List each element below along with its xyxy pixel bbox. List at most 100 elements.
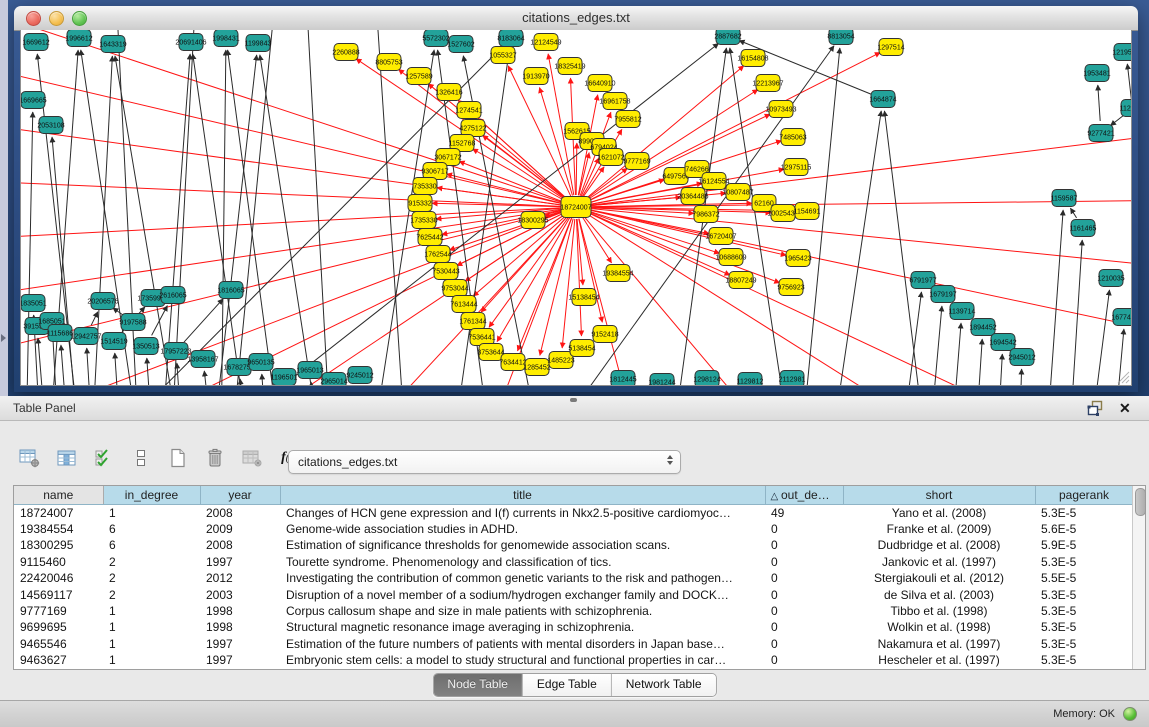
table-row[interactable]: 977716911998Corpus callosum shape and si…: [14, 603, 1133, 619]
row-height-button[interactable]: [129, 446, 153, 470]
graph-node-1139714[interactable]: 1139714: [949, 303, 976, 320]
delete-table-button[interactable]: [203, 446, 227, 470]
graph-node-1998431[interactable]: 1998431: [212, 30, 239, 47]
table-scrollbar[interactable]: [1132, 486, 1145, 669]
table-row[interactable]: 1872400712008Changes of HCN gene express…: [14, 504, 1133, 521]
graph-node-2945012[interactable]: 2945012: [1008, 349, 1035, 366]
memory-status-indicator[interactable]: [1123, 707, 1137, 721]
graph-node-18325419[interactable]: 18325419: [554, 58, 585, 75]
graph-node-1210035[interactable]: 1210035: [1097, 270, 1124, 287]
graph-node-10807487[interactable]: 10807487: [722, 184, 753, 201]
graph-node-5138454[interactable]: 5138454: [568, 340, 595, 357]
graph-node-13958167[interactable]: 13958167: [187, 351, 218, 368]
graph-node-9306717[interactable]: 9306717: [421, 163, 448, 180]
graph-node-16124554[interactable]: 16124554: [698, 173, 729, 190]
graph-node-7530443[interactable]: 7530443: [432, 263, 459, 280]
graph-node-1350513[interactable]: 1350513: [132, 338, 159, 355]
graph-node-1527602[interactable]: 1527602: [447, 36, 474, 53]
column-header-name[interactable]: name: [14, 486, 103, 504]
graph-node-1514519[interactable]: 1514519: [100, 333, 127, 350]
close-panel-icon[interactable]: ✕: [1119, 400, 1135, 416]
graph-node-12942757[interactable]: 12942757: [70, 328, 101, 345]
float-panel-icon[interactable]: [1087, 400, 1103, 416]
graph-node-8805753[interactable]: 8805753: [375, 54, 402, 71]
graph-node-1913970[interactable]: 1913970: [522, 68, 549, 85]
graph-node-1669665[interactable]: 1669665: [21, 92, 47, 109]
graph-node-1298124[interactable]: 1298124: [693, 371, 720, 386]
graph-node-1664874[interactable]: 1664874: [869, 91, 896, 108]
graph-node-16640910[interactable]: 16640910: [584, 75, 615, 92]
graph-node-1159587[interactable]: 1159587: [1051, 190, 1078, 207]
graph-node-9277421[interactable]: 9277421: [1087, 125, 1114, 142]
graph-node-1816065[interactable]: 1816065: [217, 282, 244, 299]
network-canvas[interactable]: 18724007 1832541916640910169617587955812 1…: [20, 30, 1132, 386]
graph-node-2965014[interactable]: 2965014: [320, 373, 347, 386]
graph-node-1297514[interactable]: 1297514: [877, 39, 904, 56]
graph-node-1121953[interactable]: 1121953: [1120, 100, 1131, 117]
graph-node-7986372[interactable]: 7986372: [692, 206, 719, 223]
graph-node-16154808[interactable]: 16154808: [737, 50, 768, 67]
graph-node-1643319[interactable]: 1643319: [99, 36, 126, 53]
graph-node-1761344[interactable]: 1761344: [459, 313, 486, 330]
graph-node-1694542[interactable]: 1694542: [989, 334, 1016, 351]
graph-node-2053108[interactable]: 2053108: [37, 117, 64, 134]
graph-node-1154691[interactable]: 1154691: [794, 203, 821, 220]
graph-node-1981244[interactable]: 1981244: [648, 374, 675, 386]
tab-network-table[interactable]: Network Table: [612, 674, 716, 696]
new-table-button[interactable]: [166, 446, 190, 470]
column-header-out_de[interactable]: △ out_de…: [765, 486, 843, 504]
graph-node-1965013[interactable]: 1965013: [296, 362, 323, 379]
graph-node-1894452[interactable]: 1894452: [969, 319, 996, 336]
table-settings-button[interactable]: [18, 446, 42, 470]
graph-node-12124549[interactable]: 12124549: [530, 34, 561, 51]
graph-node-2112981[interactable]: 2112981: [779, 371, 806, 386]
graph-node-1161465[interactable]: 1161465: [1070, 220, 1097, 237]
graph-node-9650135[interactable]: 9650135: [247, 354, 274, 371]
graph-node-735330[interactable]: 735330: [413, 178, 437, 195]
graph-node-9756923[interactable]: 9756923: [777, 279, 804, 296]
table-row[interactable]: 911546021997Tourette syndrome. Phenomeno…: [14, 554, 1133, 570]
graph-node-18724007[interactable]: 18724007: [560, 197, 591, 218]
import-table-button-disabled[interactable]: [240, 446, 264, 470]
graph-node-1669612[interactable]: 1669612: [22, 34, 49, 51]
table-row[interactable]: 969969511998Structural magnetic resonanc…: [14, 619, 1133, 635]
graph-node-5572302[interactable]: 5572302: [422, 30, 449, 47]
graph-node-1257589[interactable]: 1257589: [405, 68, 432, 85]
column-header-pagerank[interactable]: pagerank: [1035, 486, 1133, 504]
table-scrollbar-thumb[interactable]: [1135, 488, 1146, 516]
graph-node-7955812[interactable]: 7955812: [614, 111, 641, 128]
graph-node-12213967[interactable]: 12213967: [752, 75, 783, 92]
graph-node-10973493[interactable]: 10973493: [765, 101, 796, 118]
graph-node-1219537[interactable]: 1219537: [1112, 44, 1131, 61]
table-row[interactable]: 946554611997Estimation of the future num…: [14, 636, 1133, 652]
graph-node-1326416[interactable]: 1326416: [435, 84, 462, 101]
graph-node-915332[interactable]: 915332: [408, 195, 432, 212]
column-header-year[interactable]: year: [200, 486, 280, 504]
graph-node-9753044[interactable]: 9753044: [441, 280, 468, 297]
graph-node-9197588[interactable]: 9197588: [119, 314, 146, 331]
graph-node-9245012[interactable]: 9245012: [346, 367, 373, 384]
graph-node-1996612[interactable]: 1996612: [65, 30, 92, 47]
graph-node-1621072[interactable]: 1621072: [597, 149, 624, 166]
graph-node-16961758[interactable]: 16961758: [599, 93, 630, 110]
graph-node-9152418[interactable]: 9152418: [591, 326, 618, 343]
graph-node-1115686[interactable]: 1115686: [47, 325, 73, 342]
table-row[interactable]: 2242004622012Investigating the contribut…: [14, 570, 1133, 586]
table-row[interactable]: 1830029562008Estimation of significance …: [14, 537, 1133, 553]
graph-node-2887682[interactable]: 2887682: [714, 30, 741, 45]
resize-grip[interactable]: [1115, 369, 1130, 384]
network-window-titlebar[interactable]: citations_edges.txt: [14, 6, 1138, 31]
graph-node-20364486[interactable]: 20364486: [677, 188, 708, 205]
tab-node-table[interactable]: Node Table: [433, 674, 523, 696]
column-header-short[interactable]: short: [843, 486, 1035, 504]
graph-node-1835051[interactable]: 1835051: [21, 295, 47, 312]
graph-node-7613444[interactable]: 7613444: [450, 296, 477, 313]
graph-node-4275122[interactable]: 4275122: [459, 120, 486, 137]
graph-node-18300295[interactable]: 18300295: [517, 212, 548, 229]
graph-node-1679197[interactable]: 1679197: [929, 286, 956, 303]
graph-node-1677421[interactable]: 1677421: [1111, 309, 1131, 326]
network-graph[interactable]: 18724007 1832541916640910169617587955812 1…: [21, 30, 1131, 385]
graph-node-1762544[interactable]: 1762544: [424, 246, 451, 263]
graph-node-12975115[interactable]: 12975115: [781, 159, 812, 176]
graph-node-20206576[interactable]: 20206576: [87, 293, 118, 310]
